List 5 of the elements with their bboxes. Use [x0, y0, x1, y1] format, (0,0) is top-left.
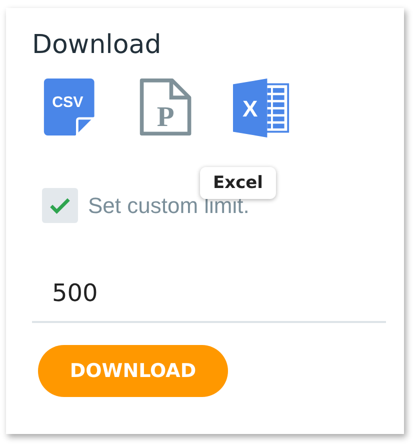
tooltip: Excel	[200, 167, 276, 199]
download-button[interactable]: DOWNLOAD	[38, 345, 228, 397]
limit-input-field[interactable]: 500	[32, 271, 386, 323]
checkbox[interactable]	[42, 188, 78, 223]
card-title: Download	[32, 30, 162, 60]
